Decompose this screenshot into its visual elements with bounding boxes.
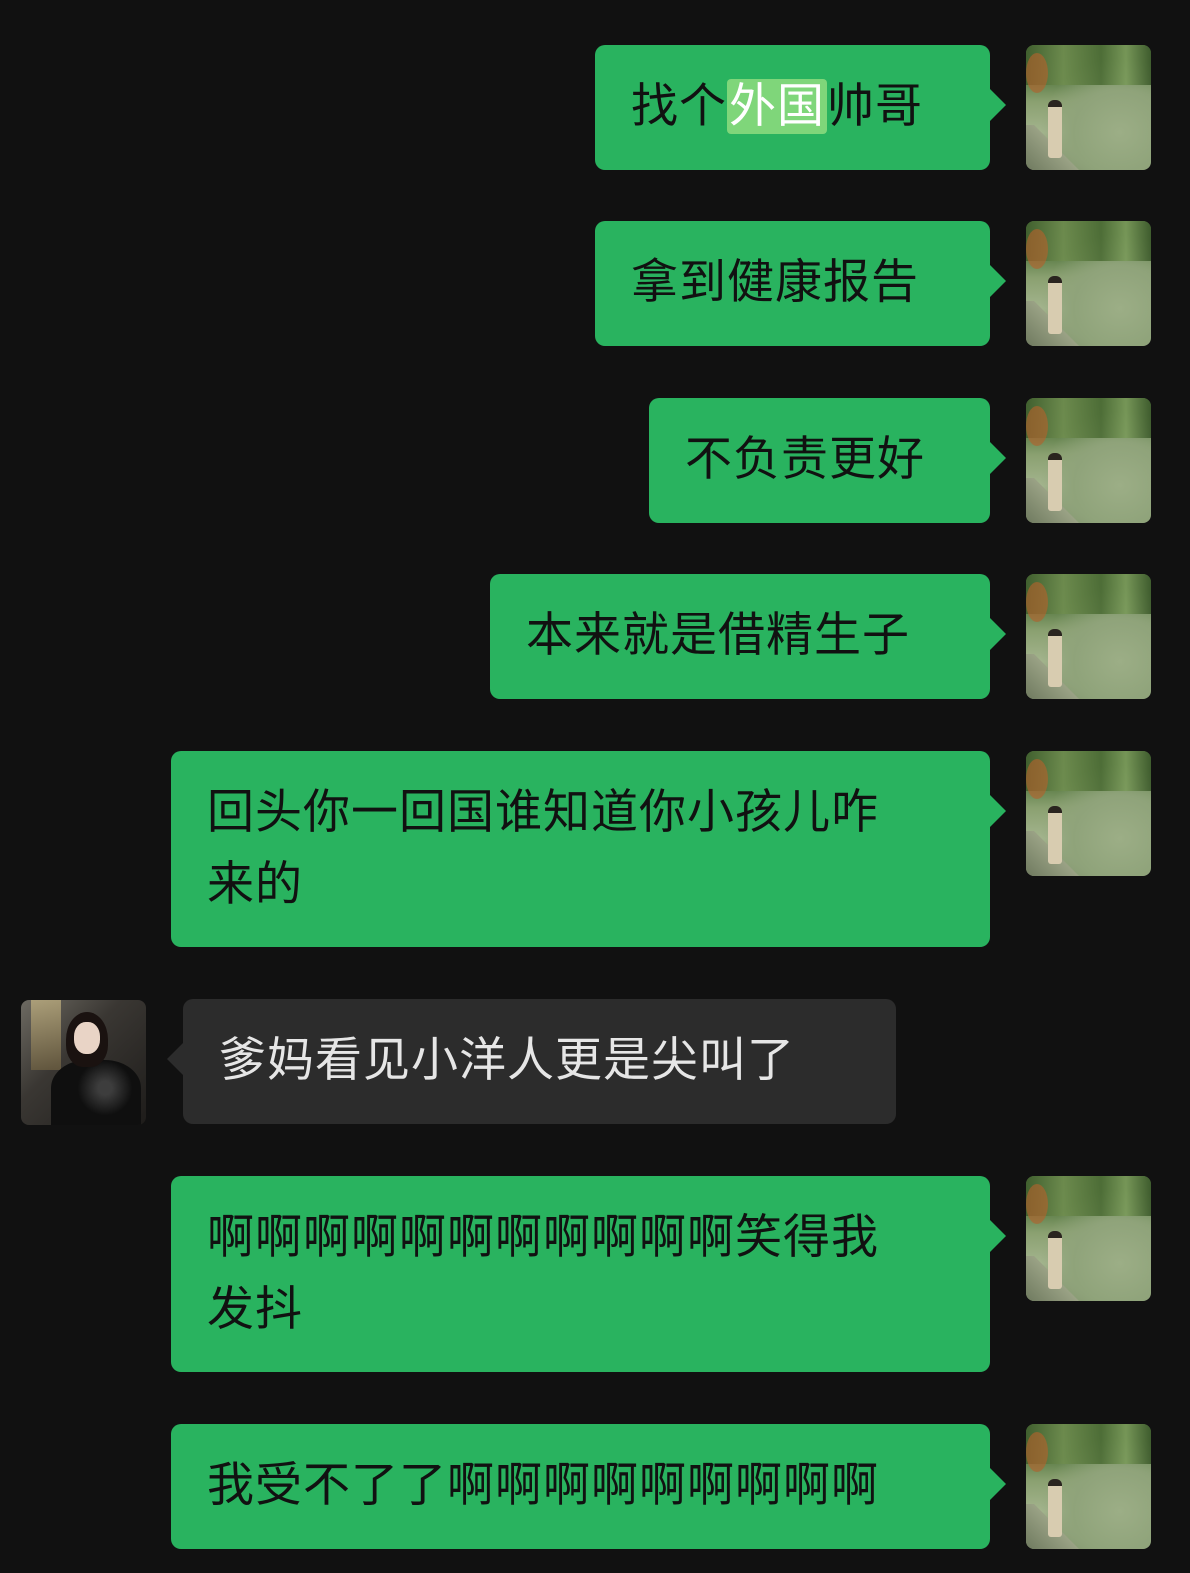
message-text-line: 回头你一回国谁知道你小孩儿咋 [207, 785, 879, 840]
my-avatar[interactable] [1026, 1424, 1151, 1549]
my-avatar[interactable] [1026, 1176, 1151, 1301]
message-text: 我受不了了啊啊啊啊啊啊啊啊啊 [207, 1458, 879, 1513]
message-bubble[interactable]: 爹妈看见小洋人更是尖叫了 [167, 999, 896, 1124]
message-text: 找个外国帅哥 [631, 79, 923, 134]
message-text-line: 啊啊啊啊啊啊啊啊啊啊啊笑得我 [207, 1210, 879, 1265]
message-bubble[interactable]: 找个外国帅哥 [595, 45, 1006, 170]
selected-text-highlight[interactable]: 外国 [727, 79, 827, 134]
contact-avatar[interactable] [21, 1000, 146, 1125]
message-bubble[interactable]: 拿到健康报告 [595, 221, 1006, 346]
message-text: 爹妈看见小洋人更是尖叫了 [219, 1033, 795, 1088]
message-bubble[interactable]: 我受不了了啊啊啊啊啊啊啊啊啊 [171, 1424, 1006, 1549]
my-avatar[interactable] [1026, 398, 1151, 523]
message-bubble[interactable]: 不负责更好 [649, 398, 1006, 523]
message-bubble[interactable]: 本来就是借精生子 [490, 574, 1006, 699]
my-avatar[interactable] [1026, 45, 1151, 170]
my-avatar[interactable] [1026, 574, 1151, 699]
my-avatar[interactable] [1026, 221, 1151, 346]
message-bubble[interactable]: 啊啊啊啊啊啊啊啊啊啊啊笑得我 发抖 [171, 1176, 1006, 1372]
message-text: 本来就是借精生子 [526, 608, 910, 663]
message-bubble[interactable]: 回头你一回国谁知道你小孩儿咋 来的 [171, 751, 1006, 947]
chat-message-list[interactable]: 找个外国帅哥 拿到健康报告 不负责更好 本来就是借精生子 回头你一回国谁知道你小… [0, 0, 1190, 1573]
message-text-line: 发抖 [207, 1282, 303, 1337]
message-text: 不负责更好 [685, 432, 925, 487]
message-text: 拿到健康报告 [631, 255, 919, 310]
message-text-line: 来的 [207, 857, 303, 912]
my-avatar[interactable] [1026, 751, 1151, 876]
